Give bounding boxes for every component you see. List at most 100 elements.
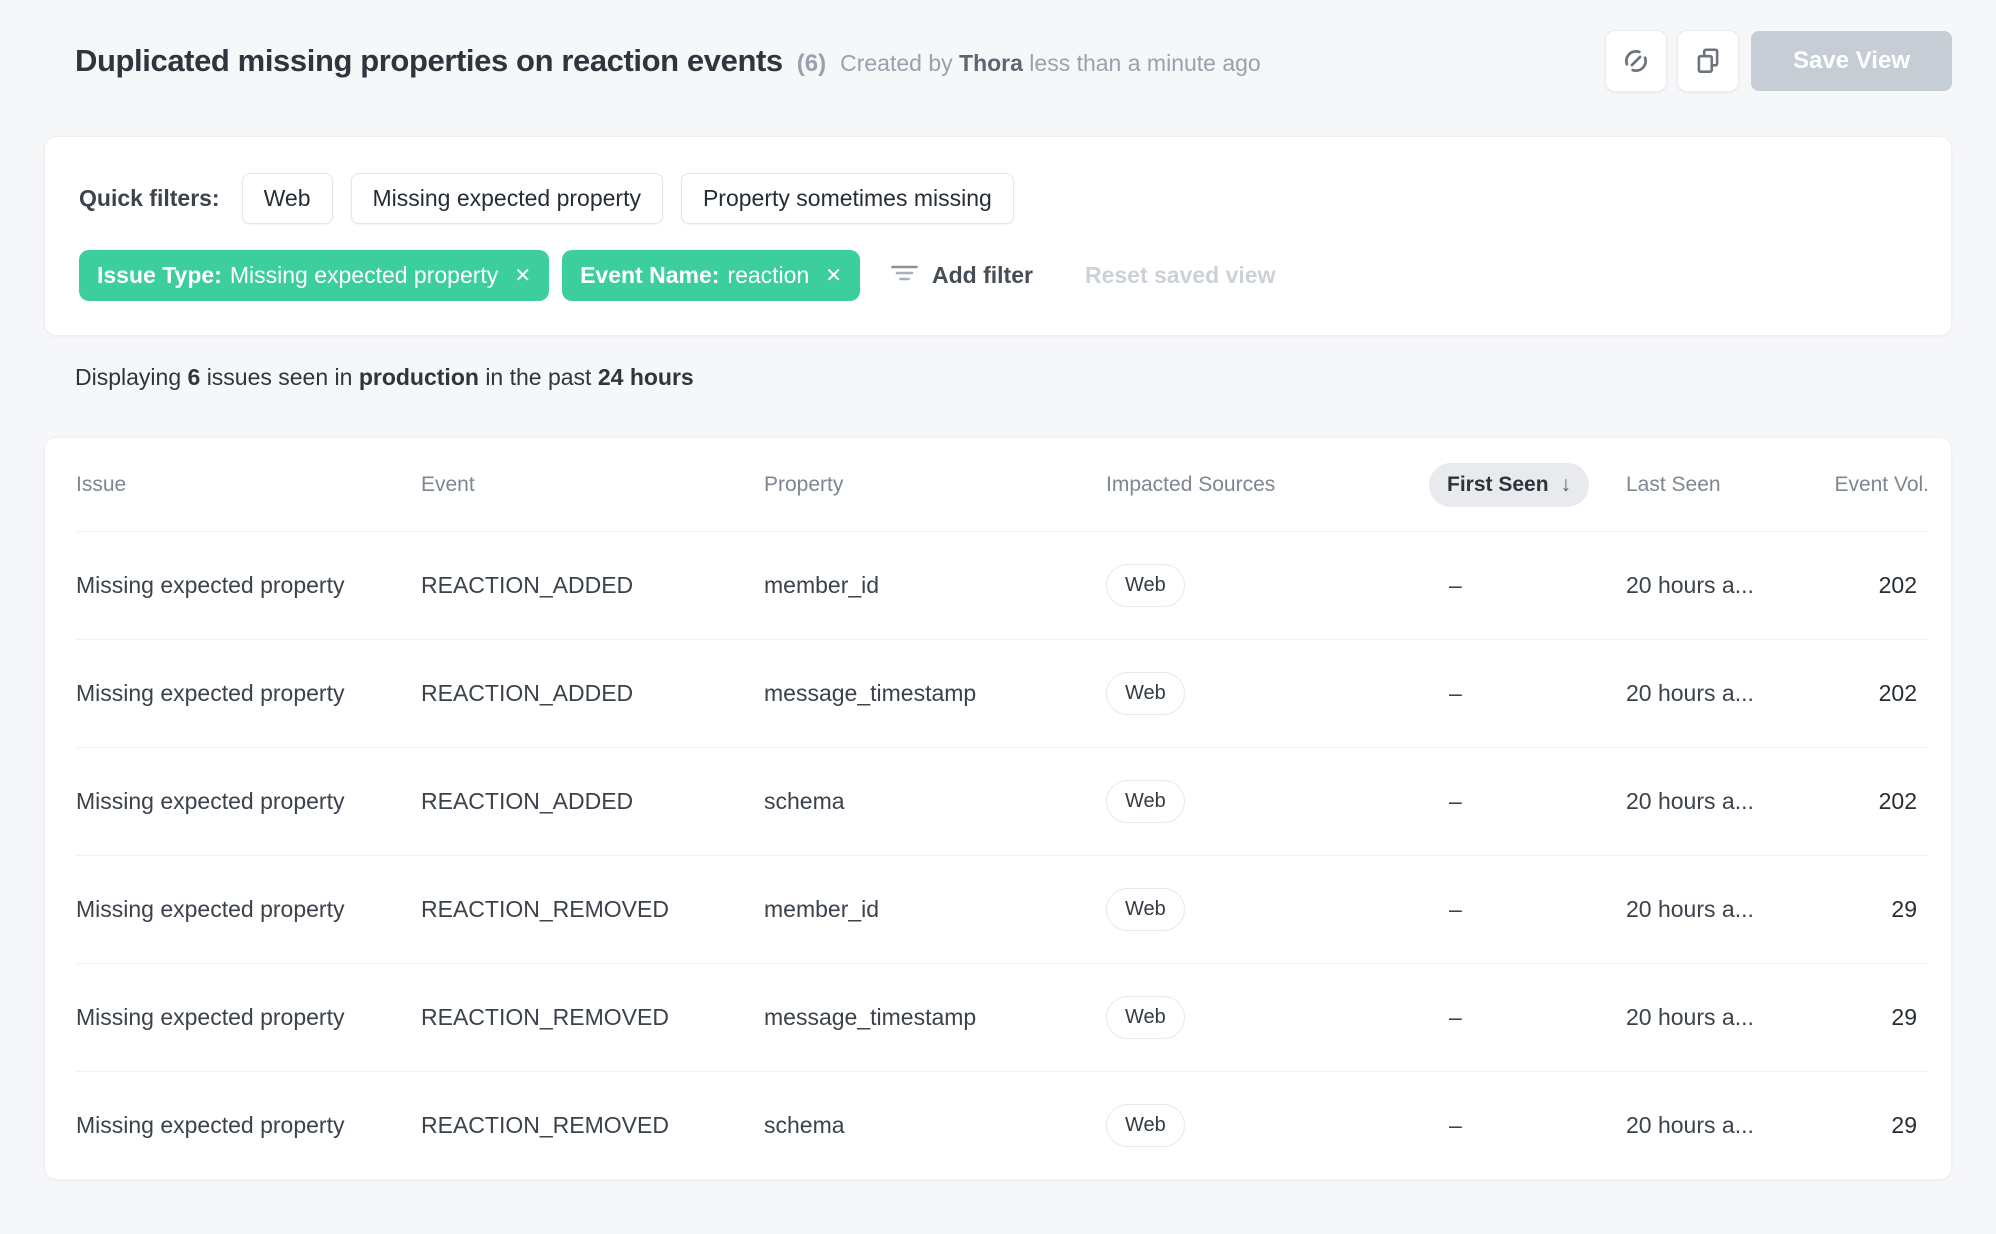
table-row[interactable]: Missing expected property REACTION_ADDED… <box>76 747 1929 855</box>
sources-cell: Web <box>1106 996 1429 1039</box>
first-seen-cell: – <box>1449 788 1462 814</box>
event-cell: REACTION_ADDED <box>421 572 634 598</box>
sort-column-label: First Seen <box>1447 472 1549 496</box>
summary-mid1: issues seen in <box>206 364 353 390</box>
event-vol-cell: 29 <box>1891 1004 1917 1030</box>
event-cell: REACTION_REMOVED <box>421 1004 669 1030</box>
issues-table: Issue Event Property Impacted Sources Fi… <box>44 437 1952 1180</box>
issue-cell: Missing expected property <box>76 1112 345 1138</box>
issue-cell: Missing expected property <box>76 788 345 814</box>
column-header-property[interactable]: Property <box>764 473 1106 497</box>
column-header-first-seen: First Seen ↓ <box>1429 462 1626 507</box>
last-seen-cell: 20 hours a... <box>1626 1004 1754 1030</box>
issue-cell: Missing expected property <box>76 896 345 922</box>
issue-cell: Missing expected property <box>76 1004 345 1030</box>
quick-filter-missing-expected-property[interactable]: Missing expected property <box>350 173 663 224</box>
column-header-issue[interactable]: Issue <box>76 473 421 497</box>
sources-cell: Web <box>1106 888 1429 931</box>
property-cell: schema <box>764 1112 845 1138</box>
column-header-last-seen[interactable]: Last Seen <box>1626 473 1831 497</box>
header-actions: Save View <box>1605 30 1952 92</box>
summary-environment: production <box>358 364 479 390</box>
add-filter-button[interactable]: Add filter <box>891 261 1033 290</box>
quick-filters-row: Quick filters: Web Missing expected prop… <box>79 173 1917 224</box>
table-row[interactable]: Missing expected property REACTION_REMOV… <box>76 855 1929 963</box>
event-vol-cell: 29 <box>1891 896 1917 922</box>
table-row[interactable]: Missing expected property REACTION_REMOV… <box>76 963 1929 1071</box>
last-seen-cell: 20 hours a... <box>1626 680 1754 706</box>
property-cell: member_id <box>764 572 880 598</box>
last-seen-cell: 20 hours a... <box>1626 896 1754 922</box>
summary-range: 24 hours <box>597 364 694 390</box>
event-cell: REACTION_ADDED <box>421 680 634 706</box>
filter-pill-value: Missing expected property <box>229 262 499 288</box>
page-header: Duplicated missing properties on reactio… <box>44 0 1952 92</box>
table-row[interactable]: Missing expected property REACTION_ADDED… <box>76 531 1929 639</box>
filter-pill-event-name[interactable]: Event Name: reaction ✕ <box>562 250 860 301</box>
created-by-suffix: less than a minute ago <box>1029 50 1261 76</box>
column-header-event-vol[interactable]: Event Vol. <box>1831 473 1929 497</box>
copy-link-button[interactable] <box>1605 30 1668 92</box>
issue-cell: Missing expected property <box>76 680 345 706</box>
quick-filters-label: Quick filters: <box>79 185 220 211</box>
source-badge: Web <box>1106 672 1185 715</box>
column-header-impacted-sources[interactable]: Impacted Sources <box>1106 473 1429 497</box>
table-row[interactable]: Missing expected property REACTION_ADDED… <box>76 639 1929 747</box>
duplicate-view-button[interactable] <box>1677 30 1740 92</box>
close-icon[interactable]: ✕ <box>514 266 531 286</box>
active-filters-row: Issue Type: Missing expected property ✕ … <box>79 250 1917 301</box>
filter-pill-value: reaction <box>727 262 810 288</box>
filter-pill-issue-type[interactable]: Issue Type: Missing expected property ✕ <box>79 250 550 301</box>
first-seen-cell: – <box>1449 680 1462 706</box>
results-summary: Displaying 6 issues seen in production i… <box>44 364 1952 394</box>
filter-icon <box>891 261 918 290</box>
first-seen-cell: – <box>1449 896 1462 922</box>
sources-cell: Web <box>1106 780 1429 823</box>
last-seen-cell: 20 hours a... <box>1626 788 1754 814</box>
first-seen-cell: – <box>1449 1004 1462 1030</box>
first-seen-cell: – <box>1449 1112 1462 1138</box>
created-by-prefix: Created by <box>840 50 953 76</box>
filter-pill-label: Event Name: <box>580 262 720 288</box>
summary-count: 6 <box>187 364 201 390</box>
property-cell: message_timestamp <box>764 1004 977 1030</box>
filter-pill-label: Issue Type: <box>97 262 222 288</box>
add-filter-label: Add filter <box>932 262 1033 288</box>
sources-cell: Web <box>1106 672 1429 715</box>
title-group: Duplicated missing properties on reactio… <box>44 43 1261 79</box>
table-row[interactable]: Missing expected property REACTION_REMOV… <box>76 1071 1929 1179</box>
quick-filter-property-sometimes-missing[interactable]: Property sometimes missing <box>680 173 1014 224</box>
source-badge: Web <box>1106 996 1185 1039</box>
event-vol-cell: 202 <box>1878 680 1917 706</box>
event-vol-cell: 202 <box>1878 788 1917 814</box>
event-cell: REACTION_REMOVED <box>421 896 669 922</box>
last-seen-cell: 20 hours a... <box>1626 572 1754 598</box>
event-cell: REACTION_REMOVED <box>421 1112 669 1138</box>
event-vol-cell: 29 <box>1891 1112 1917 1138</box>
first-seen-cell: – <box>1449 572 1462 598</box>
event-vol-cell: 202 <box>1878 572 1917 598</box>
link-icon <box>1621 46 1651 76</box>
summary-prefix: Displaying <box>75 364 182 390</box>
source-badge: Web <box>1106 564 1185 607</box>
table-header-row: Issue Event Property Impacted Sources Fi… <box>76 438 1929 531</box>
quick-filter-web[interactable]: Web <box>241 173 333 224</box>
created-by-meta: Created by Thora less than a minute ago <box>840 50 1261 77</box>
sources-cell: Web <box>1106 564 1429 607</box>
last-seen-cell: 20 hours a... <box>1626 1112 1754 1138</box>
close-icon[interactable]: ✕ <box>825 266 842 286</box>
event-cell: REACTION_ADDED <box>421 788 634 814</box>
sort-desc-arrow-icon: ↓ <box>1560 472 1572 496</box>
reset-saved-view-button[interactable]: Reset saved view <box>1085 262 1276 289</box>
property-cell: schema <box>764 788 845 814</box>
issue-count-badge: (6) <box>796 50 827 77</box>
summary-mid2: in the past <box>485 364 592 390</box>
sort-first-seen-button[interactable]: First Seen ↓ <box>1429 462 1590 507</box>
save-view-button[interactable]: Save View <box>1751 31 1952 91</box>
sources-cell: Web <box>1106 1104 1429 1147</box>
source-badge: Web <box>1106 780 1185 823</box>
property-cell: message_timestamp <box>764 680 977 706</box>
issue-cell: Missing expected property <box>76 572 345 598</box>
column-header-event[interactable]: Event <box>421 473 764 497</box>
page-title: Duplicated missing properties on reactio… <box>75 43 783 78</box>
